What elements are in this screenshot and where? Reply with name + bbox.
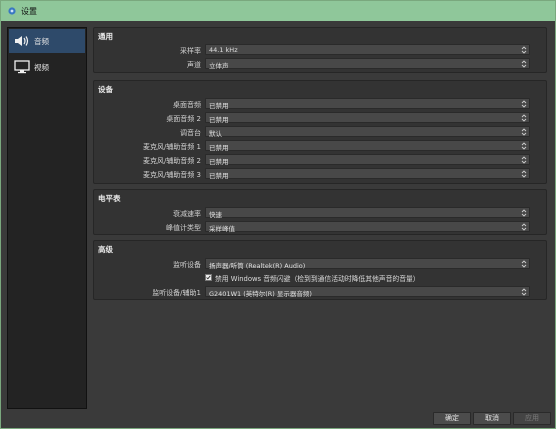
spin-arrows-icon (521, 142, 527, 150)
group-general: 通用 采样率 44.1 kHz 声道 立体声 (93, 27, 547, 73)
desktop-audio-2-select[interactable]: 已禁用 (205, 112, 530, 124)
spin-arrows-icon (521, 60, 527, 68)
spin-arrows-icon (521, 223, 527, 231)
group-meters: 电平表 衰减速率 快速 峰值计类型 采样峰值 (93, 189, 547, 235)
checkmark-icon (206, 275, 211, 280)
sidebar-item-video[interactable]: 视频 (9, 55, 85, 79)
channels-label: 声道 (187, 61, 201, 69)
settings-content: 通用 采样率 44.1 kHz 声道 立体声 设备 桌面音频 已禁用 桌面音频 … (93, 27, 547, 409)
apply-button[interactable]: 应用 (513, 412, 551, 425)
sidebar-item-audio[interactable]: 音频 (9, 29, 85, 53)
field-value: 已禁用 (209, 102, 229, 110)
spin-arrows-icon (521, 170, 527, 178)
mic-aux-2-select[interactable]: 已禁用 (205, 154, 530, 166)
field-value: 已禁用 (209, 144, 229, 152)
group-title: 设备 (98, 85, 113, 94)
settings-window: 设置 音频 视频 通用 采样率 44.1 kHz 声道 立体声 设备 桌面音频 … (0, 0, 556, 429)
spin-arrows-icon (521, 114, 527, 122)
field-value: 已禁用 (209, 158, 229, 166)
monitoring-aux-label: 监听设备/辅助1 (152, 289, 201, 297)
mic-aux-1-select[interactable]: 已禁用 (205, 140, 530, 152)
disable-ducking-checkbox[interactable] (205, 274, 212, 281)
group-title: 电平表 (98, 194, 121, 203)
mixer-label: 调音台 (180, 129, 201, 137)
group-advanced: 高级 监听设备 扬声器/听筒 (Realtek(R) Audio) 禁用 Win… (93, 240, 547, 300)
sidebar-item-label: 视频 (34, 63, 49, 72)
spin-arrows-icon (521, 260, 527, 268)
desktop-audio-label: 桌面音频 (173, 101, 201, 109)
group-title: 通用 (98, 32, 113, 41)
mic-aux-3-label: 麦克风/辅助音频 3 (142, 171, 201, 179)
mixer-select[interactable]: 默认 (205, 126, 530, 138)
desktop-audio-2-label: 桌面音频 2 (166, 115, 201, 123)
monitoring-device-label: 监听设备 (173, 261, 201, 269)
group-title: 高级 (98, 245, 113, 254)
spin-arrows-icon (521, 46, 527, 54)
ok-button[interactable]: 确定 (433, 412, 471, 425)
window-title: 设置 (21, 7, 37, 16)
monitor-icon (14, 60, 30, 74)
sample-rate-select[interactable]: 44.1 kHz (205, 44, 530, 55)
monitoring-aux-select[interactable]: G2401W1 (英特尔(R) 显示器音频) (205, 286, 530, 298)
peak-meter-type-label: 峰值计类型 (166, 224, 201, 232)
field-value: 已禁用 (209, 172, 229, 180)
spin-arrows-icon (521, 128, 527, 136)
speaker-icon (15, 36, 29, 46)
sample-rate-label: 采样率 (180, 47, 201, 55)
peak-meter-type-select[interactable]: 采样峰值 (205, 221, 530, 233)
cancel-button[interactable]: 取消 (473, 412, 511, 425)
spin-arrows-icon (521, 288, 527, 296)
field-value: 扬声器/听筒 (Realtek(R) Audio) (209, 262, 306, 270)
decay-rate-label: 衰减速率 (173, 210, 201, 218)
app-gear-icon (8, 7, 16, 15)
mic-aux-2-label: 麦克风/辅助音频 2 (142, 157, 201, 165)
settings-sidebar: 音频 视频 (7, 27, 87, 409)
disable-ducking-label[interactable]: 禁用 Windows 音频闪避（检到到通信活动时降低其他声音的音量） (215, 273, 420, 283)
spin-arrows-icon (521, 156, 527, 164)
field-value: G2401W1 (英特尔(R) 显示器音频) (209, 290, 312, 298)
mic-aux-1-label: 麦克风/辅助音频 1 (142, 143, 201, 151)
field-value: 采样峰值 (209, 225, 235, 233)
field-value: 立体声 (209, 62, 229, 70)
field-value: 默认 (209, 130, 222, 138)
spin-arrows-icon (521, 100, 527, 108)
monitoring-device-select[interactable]: 扬声器/听筒 (Realtek(R) Audio) (205, 258, 530, 270)
mic-aux-3-select[interactable]: 已禁用 (205, 168, 530, 180)
title-bar: 设置 (1, 1, 555, 21)
channels-select[interactable]: 立体声 (205, 58, 530, 70)
spin-arrows-icon (521, 209, 527, 217)
field-value: 已禁用 (209, 116, 229, 124)
sidebar-item-label: 音频 (34, 37, 49, 46)
decay-rate-select[interactable]: 快速 (205, 207, 530, 219)
group-devices: 设备 桌面音频 已禁用 桌面音频 2 已禁用 调音台 默认 麦克风/辅助音频 1… (93, 80, 547, 184)
desktop-audio-select[interactable]: 已禁用 (205, 98, 530, 110)
field-value: 快速 (209, 211, 222, 219)
field-value: 44.1 kHz (209, 46, 238, 54)
